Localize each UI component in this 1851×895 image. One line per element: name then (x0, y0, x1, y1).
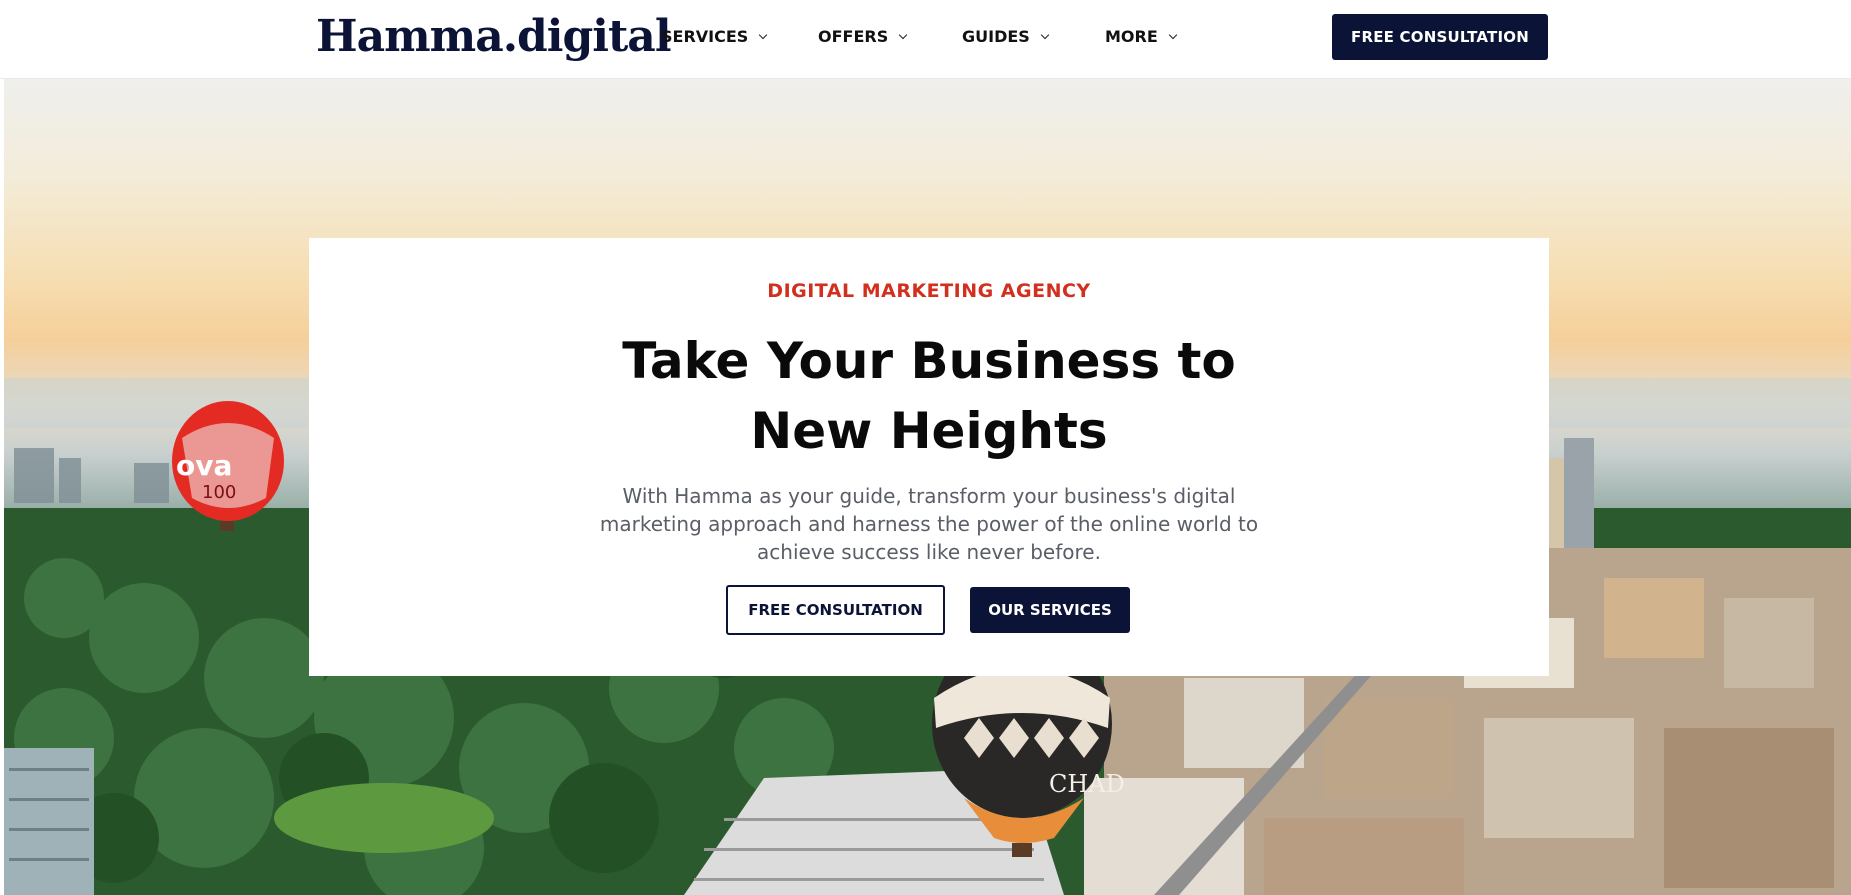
nav-label: MORE (1105, 27, 1158, 46)
svg-text:CHAD: CHAD (1049, 770, 1125, 798)
nav-label: SERVICES (661, 27, 749, 46)
svg-text:ova: ova (176, 449, 232, 482)
site-header: Hamma.digital SERVICES OFFERS GUIDES MOR… (0, 0, 1851, 79)
hero-card: DIGITAL MARKETING AGENCY Take Your Busin… (309, 238, 1549, 676)
nav-item-services[interactable]: SERVICES (661, 27, 768, 46)
free-consultation-button[interactable]: FREE CONSULTATION (726, 585, 945, 635)
header-consultation-button[interactable]: FREE CONSULTATION (1332, 14, 1548, 60)
svg-text:100: 100 (202, 482, 236, 503)
hero-headline: Take Your Business to New Heights (622, 332, 1236, 460)
our-services-button[interactable]: OUR SERVICES (970, 587, 1130, 633)
nav-label: OFFERS (818, 27, 889, 46)
chevron-down-icon (1168, 30, 1178, 39)
nav-label: GUIDES (962, 27, 1030, 46)
nav-item-offers[interactable]: OFFERS (818, 27, 908, 46)
nav-item-more[interactable]: MORE (1105, 27, 1178, 46)
chevron-down-icon (898, 30, 908, 39)
hero-subtext: With Hamma as your guide, transform your… (599, 484, 1259, 564)
site-logo[interactable]: Hamma.digital (316, 11, 672, 63)
hero-eyebrow: DIGITAL MARKETING AGENCY (767, 280, 1091, 302)
nav-item-guides[interactable]: GUIDES (962, 27, 1050, 46)
chevron-down-icon (759, 30, 768, 39)
chevron-down-icon (1040, 30, 1050, 39)
